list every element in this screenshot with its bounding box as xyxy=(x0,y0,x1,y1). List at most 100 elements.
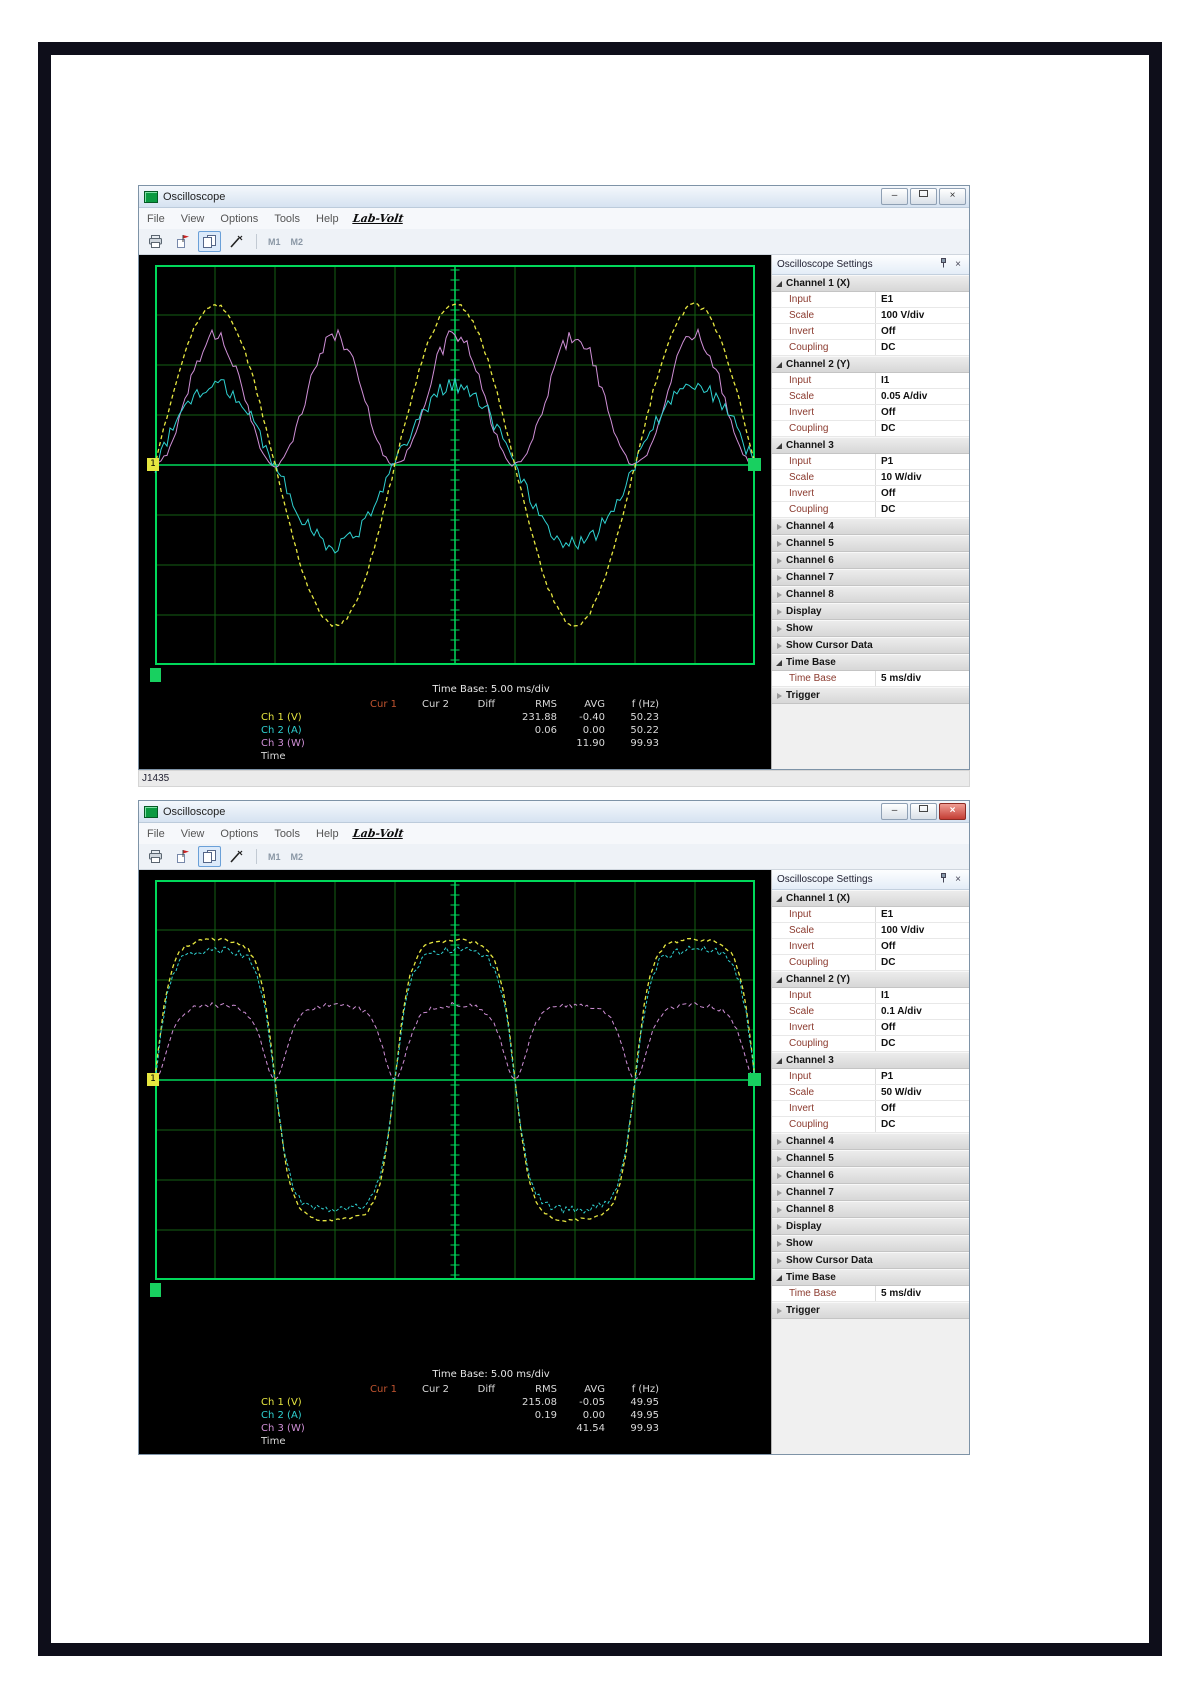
prop-value-invert[interactable]: Off xyxy=(875,1020,969,1035)
trigger-level-marker[interactable]: 1 xyxy=(147,1073,159,1086)
prop-value-input[interactable]: I1 xyxy=(875,988,969,1003)
expand-icon[interactable] xyxy=(777,1138,782,1145)
expand-icon[interactable] xyxy=(777,1240,782,1247)
memory1-button[interactable]: M1 xyxy=(265,237,284,247)
settings-section-channel-5[interactable]: Channel 5 xyxy=(772,535,969,552)
menu-item-view[interactable]: View xyxy=(181,828,205,840)
close-panel-icon[interactable]: × xyxy=(952,874,964,885)
prop-value-coupling[interactable]: DC xyxy=(875,1036,969,1051)
prop-value-time-base[interactable]: 5 ms/div xyxy=(875,671,969,686)
title-bar[interactable]: Oscilloscope – × xyxy=(139,186,969,208)
collapse-icon[interactable] xyxy=(776,659,782,666)
copy-screen-button[interactable] xyxy=(198,231,221,252)
memory1-button[interactable]: M1 xyxy=(265,852,284,862)
minimize-button[interactable]: – xyxy=(881,188,908,205)
settings-section-show[interactable]: Show xyxy=(772,1235,969,1252)
print-button[interactable] xyxy=(144,846,167,867)
expand-icon[interactable] xyxy=(777,642,782,649)
settings-section-channel-8[interactable]: Channel 8 xyxy=(772,1201,969,1218)
memory2-button[interactable]: M2 xyxy=(288,852,307,862)
settings-section-channel-1-x[interactable]: Channel 1 (X) xyxy=(772,890,969,907)
expand-icon[interactable] xyxy=(777,1189,782,1196)
prop-value-input[interactable]: E1 xyxy=(875,907,969,922)
settings-section-display[interactable]: Display xyxy=(772,1218,969,1235)
expand-icon[interactable] xyxy=(777,1172,782,1179)
prop-value-coupling[interactable]: DC xyxy=(875,340,969,355)
expand-icon[interactable] xyxy=(777,523,782,530)
settings-section-channel-7[interactable]: Channel 7 xyxy=(772,1184,969,1201)
expand-icon[interactable] xyxy=(777,591,782,598)
settings-section-display[interactable]: Display xyxy=(772,603,969,620)
expand-icon[interactable] xyxy=(777,1257,782,1264)
settings-section-channel-1-x[interactable]: Channel 1 (X) xyxy=(772,275,969,292)
trigger-level-marker[interactable]: 1 xyxy=(147,458,159,471)
expand-icon[interactable] xyxy=(777,557,782,564)
expand-icon[interactable] xyxy=(777,1155,782,1162)
menu-item-tools[interactable]: Tools xyxy=(274,213,300,225)
settings-panel-header[interactable]: Oscilloscope Settings × xyxy=(772,870,969,890)
settings-section-channel-7[interactable]: Channel 7 xyxy=(772,569,969,586)
menu-item-options[interactable]: Options xyxy=(220,828,258,840)
collapse-icon[interactable] xyxy=(776,1274,782,1281)
settings-section-channel-5[interactable]: Channel 5 xyxy=(772,1150,969,1167)
prop-value-scale[interactable]: 50 W/div xyxy=(875,1085,969,1100)
collapse-icon[interactable] xyxy=(776,442,782,449)
prop-value-invert[interactable]: Off xyxy=(875,486,969,501)
settings-section-show-cursor-data[interactable]: Show Cursor Data xyxy=(772,1252,969,1269)
settings-section-trigger[interactable]: Trigger xyxy=(772,687,969,704)
close-button[interactable]: × xyxy=(939,188,966,205)
settings-section-channel-6[interactable]: Channel 6 xyxy=(772,1167,969,1184)
expand-icon[interactable] xyxy=(777,540,782,547)
prop-value-time-base[interactable]: 5 ms/div xyxy=(875,1286,969,1301)
settings-section-channel-4[interactable]: Channel 4 xyxy=(772,518,969,535)
settings-section-channel-3[interactable]: Channel 3 xyxy=(772,1052,969,1069)
prop-value-invert[interactable]: Off xyxy=(875,1101,969,1116)
expand-icon[interactable] xyxy=(777,608,782,615)
close-panel-icon[interactable]: × xyxy=(952,259,964,270)
close-button[interactable]: × xyxy=(939,803,966,820)
settings-panel-header[interactable]: Oscilloscope Settings × xyxy=(772,255,969,275)
zero-level-marker[interactable] xyxy=(748,458,761,471)
expand-icon[interactable] xyxy=(777,625,782,632)
maximize-button[interactable] xyxy=(910,188,937,205)
settings-section-channel-6[interactable]: Channel 6 xyxy=(772,552,969,569)
expand-icon[interactable] xyxy=(777,692,782,699)
menu-item-help[interactable]: Help xyxy=(316,213,339,225)
settings-section-time-base[interactable]: Time Base xyxy=(772,654,969,671)
settings-section-show-cursor-data[interactable]: Show Cursor Data xyxy=(772,637,969,654)
prop-value-coupling[interactable]: DC xyxy=(875,502,969,517)
zero-level-marker[interactable] xyxy=(748,1073,761,1086)
trigger-time-marker[interactable] xyxy=(150,1283,161,1297)
minimize-button[interactable]: – xyxy=(881,803,908,820)
collapse-icon[interactable] xyxy=(776,1057,782,1064)
prop-value-input[interactable]: I1 xyxy=(875,373,969,388)
prop-value-input[interactable]: P1 xyxy=(875,454,969,469)
prop-value-invert[interactable]: Off xyxy=(875,939,969,954)
prop-value-coupling[interactable]: DC xyxy=(875,421,969,436)
maximize-button[interactable] xyxy=(910,803,937,820)
prop-value-scale[interactable]: 0.05 A/div xyxy=(875,389,969,404)
expand-icon[interactable] xyxy=(777,1223,782,1230)
prop-value-input[interactable]: E1 xyxy=(875,292,969,307)
menu-item-options[interactable]: Options xyxy=(220,213,258,225)
probe-settings-button[interactable] xyxy=(225,846,248,867)
settings-section-show[interactable]: Show xyxy=(772,620,969,637)
prop-value-invert[interactable]: Off xyxy=(875,324,969,339)
prop-value-coupling[interactable]: DC xyxy=(875,955,969,970)
record-data-button[interactable] xyxy=(171,231,194,252)
settings-section-channel-2-y[interactable]: Channel 2 (Y) xyxy=(772,356,969,373)
prop-value-input[interactable]: P1 xyxy=(875,1069,969,1084)
record-data-button[interactable] xyxy=(171,846,194,867)
menu-item-tools[interactable]: Tools xyxy=(274,828,300,840)
trigger-time-marker[interactable] xyxy=(150,668,161,682)
expand-icon[interactable] xyxy=(777,1307,782,1314)
settings-section-channel-3[interactable]: Channel 3 xyxy=(772,437,969,454)
pin-icon[interactable] xyxy=(937,258,949,271)
menu-item-file[interactable]: File xyxy=(147,828,165,840)
copy-screen-button[interactable] xyxy=(198,846,221,867)
prop-value-scale[interactable]: 100 V/div xyxy=(875,923,969,938)
settings-section-channel-4[interactable]: Channel 4 xyxy=(772,1133,969,1150)
memory2-button[interactable]: M2 xyxy=(288,237,307,247)
collapse-icon[interactable] xyxy=(776,280,782,287)
collapse-icon[interactable] xyxy=(776,895,782,902)
